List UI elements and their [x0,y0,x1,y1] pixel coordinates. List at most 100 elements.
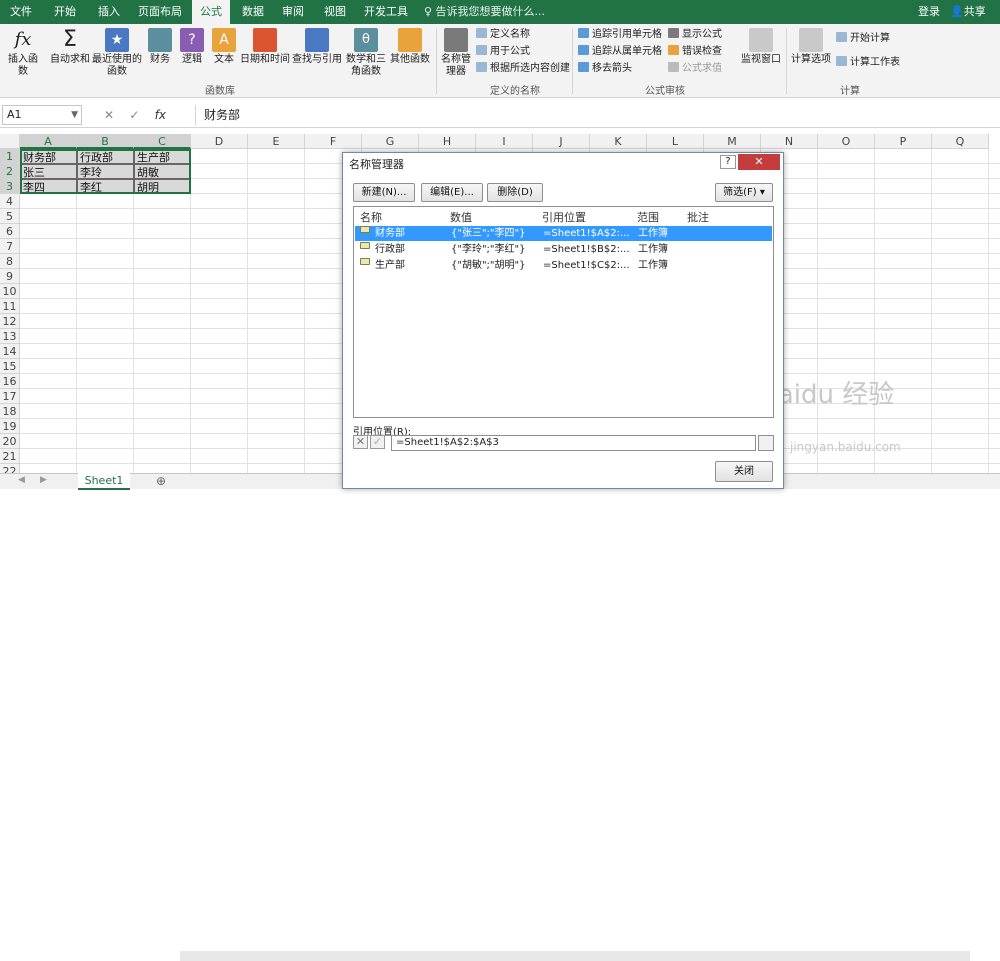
tell-me-search[interactable]: ♀ 告诉我您想要做什么... [424,0,545,24]
cell-b3[interactable]: 李红 [77,179,134,194]
cell-b2[interactable]: 李玲 [77,164,134,179]
cell-a3[interactable]: 李四 [20,179,77,194]
edit-name-button[interactable]: 编辑(E)... [421,183,483,202]
autosum-button[interactable]: Σ 自动求和 [50,28,90,66]
column-header[interactable]: I [476,134,533,149]
tab-developer[interactable]: 开发工具 [362,0,410,24]
next-sheet-icon[interactable]: ▶ [40,475,47,485]
row-header[interactable]: 13 [0,329,20,344]
trace-precedents-button[interactable]: 追踪引用单元格 [578,28,662,42]
name-row[interactable]: 财务部 {"张三";"李四"} =Sheet1!$A$2:... 工作簿 [355,226,772,241]
cell-c1[interactable]: 生产部 [134,149,191,164]
delete-name-button[interactable]: 删除(D) [487,183,543,202]
column-header[interactable]: J [533,134,590,149]
cancel-edit-icon[interactable]: ✕ [353,435,368,449]
login-link[interactable]: 登录 [918,0,940,24]
tab-data[interactable]: 数据 [238,0,268,24]
column-header[interactable]: O [818,134,875,149]
row-header[interactable]: 11 [0,299,20,314]
row-header[interactable]: 9 [0,269,20,284]
row-header[interactable]: 18 [0,404,20,419]
column-header[interactable]: M [704,134,761,149]
column-header[interactable]: F [305,134,362,149]
row-header[interactable]: 19 [0,419,20,434]
select-all-corner[interactable] [0,134,20,149]
column-header[interactable]: H [419,134,476,149]
datetime-button[interactable]: 日期和时间 [240,28,290,66]
name-box[interactable]: A1 ▼ [2,105,82,125]
watch-window-button[interactable]: 监视窗口 [740,28,782,66]
fx-icon[interactable]: fx [155,108,166,122]
row-header[interactable]: 7 [0,239,20,254]
row-header[interactable]: 21 [0,449,20,464]
evaluate-formula-button[interactable]: 公式求值 [668,62,722,76]
tab-formulas[interactable]: 公式 [192,0,230,24]
row-header[interactable]: 16 [0,374,20,389]
more-functions-button[interactable]: 其他函数 [390,28,430,66]
row-header[interactable]: 4 [0,194,20,209]
name-manager-button[interactable]: 名称管理器 [440,28,472,78]
column-header[interactable]: G [362,134,419,149]
calc-options-button[interactable]: 计算选项 [790,28,832,66]
use-in-formula-button[interactable]: 用于公式 [476,45,530,59]
row-header[interactable]: 1 [0,149,20,164]
filter-button[interactable]: 筛选(F) ▾ [715,183,773,202]
define-name-button[interactable]: 定义名称 [476,28,530,42]
row-header[interactable]: 3 [0,179,20,194]
row-header[interactable]: 5 [0,209,20,224]
help-button[interactable]: ? [720,155,736,169]
row-header[interactable]: 14 [0,344,20,359]
row-header[interactable]: 17 [0,389,20,404]
close-icon[interactable]: ✕ [738,154,780,170]
tab-insert[interactable]: 插入 [94,0,124,24]
row-header[interactable]: 15 [0,359,20,374]
horizontal-scrollbar[interactable] [180,951,970,961]
cell-a2[interactable]: 张三 [20,164,77,179]
name-row[interactable]: 生产部 {"胡敏";"胡明"} =Sheet1!$C$2:... 工作簿 [355,258,772,273]
chevron-down-icon[interactable]: ▼ [71,106,78,124]
column-header[interactable]: K [590,134,647,149]
tab-file[interactable]: 文件 [6,0,36,24]
logical-button[interactable]: ? 逻辑 [178,28,206,66]
row-header[interactable]: 12 [0,314,20,329]
confirm-edit-icon[interactable]: ✓ [370,435,385,449]
add-sheet-icon[interactable]: ⊕ [156,474,166,488]
row-header[interactable]: 20 [0,434,20,449]
row-header[interactable]: 8 [0,254,20,269]
cancel-icon[interactable]: ✕ [104,108,114,122]
cell-c2[interactable]: 胡敏 [134,164,191,179]
cell-c3[interactable]: 胡明 [134,179,191,194]
share-button[interactable]: 👤共享 [950,0,986,24]
recent-functions-button[interactable]: ★ 最近使用的函数 [92,28,142,78]
cell-b1[interactable]: 行政部 [77,149,134,164]
column-header[interactable]: A [20,134,77,149]
tab-home[interactable]: 开始 [50,0,80,24]
column-header[interactable]: Q [932,134,989,149]
column-header[interactable]: P [875,134,932,149]
column-header[interactable]: C [134,134,191,149]
refers-to-input[interactable]: =Sheet1!$A$2:$A$3 [391,435,756,451]
row-header[interactable]: 10 [0,284,20,299]
column-header[interactable]: B [77,134,134,149]
new-name-button[interactable]: 新建(N)... [353,183,415,202]
row-header[interactable]: 2 [0,164,20,179]
calc-now-button[interactable]: 开始计算 [836,32,890,46]
sheet-tab-sheet1[interactable]: Sheet1 [78,473,130,490]
math-button[interactable]: θ 数学和三角函数 [346,28,386,78]
column-header[interactable]: D [191,134,248,149]
tab-page-layout[interactable]: 页面布局 [136,0,184,24]
text-button[interactable]: A 文本 [210,28,238,66]
trace-dependents-button[interactable]: 追踪从属单元格 [578,45,662,59]
name-row[interactable]: 行政部 {"李玲";"李红"} =Sheet1!$B$2:... 工作簿 [355,242,772,257]
cell-a1[interactable]: 财务部 [20,149,77,164]
show-formulas-button[interactable]: 显示公式 [668,28,722,42]
prev-sheet-icon[interactable]: ◀ [18,475,25,485]
row-header[interactable]: 6 [0,224,20,239]
tab-view[interactable]: 视图 [320,0,350,24]
enter-icon[interactable]: ✓ [129,108,139,122]
tab-review[interactable]: 审阅 [278,0,308,24]
collapse-dialog-icon[interactable] [758,435,774,451]
formula-input[interactable]: 财务部 [195,105,995,125]
lookup-button[interactable]: 查找与引用 [292,28,342,66]
column-header[interactable]: L [647,134,704,149]
